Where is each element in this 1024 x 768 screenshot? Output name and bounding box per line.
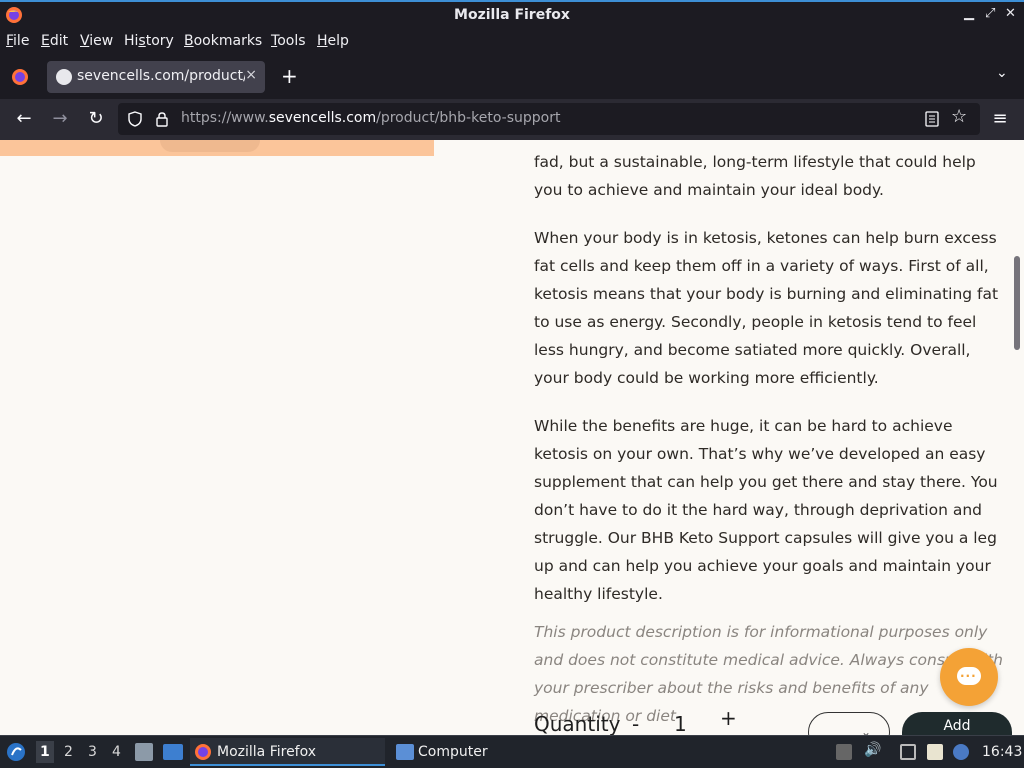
restore-icon[interactable]: ⤢ <box>985 6 995 21</box>
url-bar[interactable]: https://www.sevencells.com/product/bhb-k… <box>118 103 980 135</box>
quantity-decrement[interactable]: - <box>632 712 639 735</box>
description-paragraph: While the benefits are huge, it can be h… <box>534 417 998 603</box>
workspace-4[interactable]: 4 <box>112 744 121 760</box>
forward-arrow-icon[interactable]: → <box>48 107 72 131</box>
variant-select[interactable]: ⌄ <box>808 712 890 735</box>
tray-updates-icon[interactable] <box>836 744 852 760</box>
chat-widget-button[interactable]: ··· <box>940 648 998 706</box>
minimize-icon[interactable]: ▁ <box>964 6 974 21</box>
reader-view-icon[interactable] <box>925 111 939 127</box>
reload-icon[interactable]: ↻ <box>84 107 108 131</box>
tab-label: sevencells.com/product/b <box>77 68 245 84</box>
tab-sevencells[interactable]: sevencells.com/product/b × <box>47 61 265 93</box>
quantity-value[interactable]: 1 <box>674 712 687 735</box>
network-icon[interactable] <box>900 744 916 760</box>
menu-bookmarks[interactable]: Bookmarks <box>184 33 262 49</box>
navigation-bar: ← → ↻ https://www.sevencells.com/product… <box>0 99 1024 140</box>
menubar: File Edit View History Bookmarks Tools H… <box>0 29 1024 55</box>
file-manager-launcher-icon[interactable] <box>135 743 153 761</box>
menu-help[interactable]: Help <box>317 33 349 49</box>
tracking-shield-icon[interactable] <box>127 111 143 127</box>
menu-view[interactable]: View <box>80 33 113 49</box>
app-menu-icon[interactable]: ≡ <box>988 107 1012 131</box>
bookmark-star-icon[interactable]: ☆ <box>951 106 967 127</box>
volume-icon[interactable]: 🔊 <box>864 742 881 758</box>
task-firefox[interactable]: Mozilla Firefox <box>190 738 385 766</box>
close-window-icon[interactable]: ✕ <box>1005 6 1016 21</box>
chat-icon: ··· <box>957 667 981 685</box>
clock: 16:43 <box>982 744 1023 760</box>
url-text[interactable]: https://www.sevencells.com/product/bhb-k… <box>181 110 560 126</box>
window-titlebar: Mozilla Firefox ▁ ⤢ ✕ <box>0 0 1024 29</box>
firefox-view-icon[interactable] <box>11 68 29 86</box>
list-tabs-chevron-icon[interactable]: ⌄ <box>996 65 1008 81</box>
task-computer[interactable]: Computer <box>393 738 583 766</box>
workspace-2[interactable]: 2 <box>64 744 73 760</box>
firefox-task-icon <box>195 744 211 760</box>
page-viewport: fad, but a sustainable, long-term lifest… <box>0 140 1024 735</box>
product-image-shadow <box>160 140 260 152</box>
quantity-increment[interactable]: + <box>720 706 737 730</box>
description-paragraph: When your body is in ketosis, ketones ca… <box>534 229 999 387</box>
tab-close-icon[interactable]: × <box>245 67 257 83</box>
computer-task-icon <box>396 744 414 760</box>
scrollbar-thumb[interactable] <box>1014 256 1020 350</box>
quantity-label: Quantity <box>534 712 621 735</box>
description-paragraph: fad, but a sustainable, long-term lifest… <box>534 153 976 199</box>
clipboard-icon[interactable] <box>927 744 943 760</box>
workspace-3[interactable]: 3 <box>88 744 97 760</box>
menu-history[interactable]: History <box>124 33 174 49</box>
product-description: fad, but a sustainable, long-term lifest… <box>534 140 1004 730</box>
add-to-cart-button[interactable]: Add <box>902 712 1012 735</box>
new-tab-button[interactable]: + <box>281 64 298 88</box>
menu-tools[interactable]: Tools <box>271 33 306 49</box>
window-title: Mozilla Firefox <box>454 7 570 23</box>
menu-file[interactable]: File <box>6 33 29 49</box>
taskbar: 1 2 3 4 Mozilla Firefox Computer 🔊 16:43 <box>0 735 1024 768</box>
lock-icon[interactable] <box>155 111 169 127</box>
chevron-down-icon: ⌄ <box>861 725 872 735</box>
site-favicon-icon <box>56 69 72 85</box>
notification-icon[interactable] <box>953 744 969 760</box>
back-arrow-icon[interactable]: ← <box>12 107 36 131</box>
tab-strip: sevencells.com/product/b × + ⌄ <box>0 55 1024 99</box>
workspace-1[interactable]: 1 <box>36 741 54 763</box>
menu-edit[interactable]: Edit <box>41 33 68 49</box>
start-menu-icon[interactable] <box>6 742 26 762</box>
show-desktop-icon[interactable] <box>163 744 183 760</box>
